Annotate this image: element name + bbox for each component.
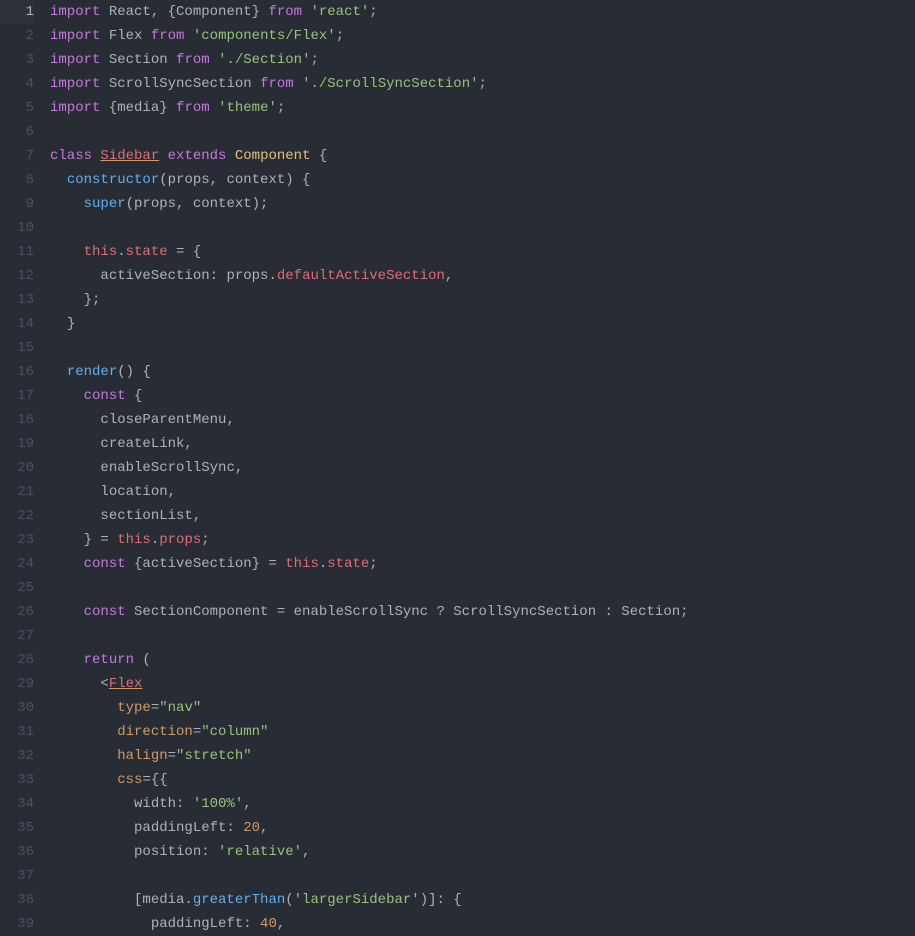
line-number: 24 xyxy=(0,552,34,576)
code-line[interactable]: direction="column" xyxy=(50,720,915,744)
code-line[interactable]: css={{ xyxy=(50,768,915,792)
line-number: 13 xyxy=(0,288,34,312)
code-line[interactable]: constructor(props, context) { xyxy=(50,168,915,192)
line-number: 14 xyxy=(0,312,34,336)
line-number: 21 xyxy=(0,480,34,504)
code-line[interactable]: } = this.props; xyxy=(50,528,915,552)
code-line[interactable]: const {activeSection} = this.state; xyxy=(50,552,915,576)
code-line[interactable] xyxy=(50,576,915,600)
line-number: 34 xyxy=(0,792,34,816)
code-line[interactable]: import {media} from 'theme'; xyxy=(50,96,915,120)
code-line[interactable]: super(props, context); xyxy=(50,192,915,216)
line-number: 17 xyxy=(0,384,34,408)
code-line[interactable]: const { xyxy=(50,384,915,408)
code-line[interactable]: sectionList, xyxy=(50,504,915,528)
code-line[interactable]: return ( xyxy=(50,648,915,672)
line-number: 39 xyxy=(0,912,34,936)
line-number: 8 xyxy=(0,168,34,192)
code-line[interactable]: type="nav" xyxy=(50,696,915,720)
code-line[interactable] xyxy=(50,864,915,888)
line-number: 20 xyxy=(0,456,34,480)
line-number: 4 xyxy=(0,72,34,96)
code-line[interactable]: activeSection: props.defaultActiveSectio… xyxy=(50,264,915,288)
code-line[interactable]: render() { xyxy=(50,360,915,384)
code-line[interactable]: width: '100%', xyxy=(50,792,915,816)
code-line[interactable]: }; xyxy=(50,288,915,312)
line-number: 1 xyxy=(0,0,34,24)
line-number: 5 xyxy=(0,96,34,120)
code-line[interactable]: halign="stretch" xyxy=(50,744,915,768)
code-line[interactable]: import ScrollSyncSection from './ScrollS… xyxy=(50,72,915,96)
code-line[interactable] xyxy=(50,624,915,648)
line-number: 27 xyxy=(0,624,34,648)
line-number: 22 xyxy=(0,504,34,528)
line-number: 28 xyxy=(0,648,34,672)
code-line[interactable]: const SectionComponent = enableScrollSyn… xyxy=(50,600,915,624)
line-number: 23 xyxy=(0,528,34,552)
code-line[interactable]: class Sidebar extends Component { xyxy=(50,144,915,168)
code-line[interactable]: location, xyxy=(50,480,915,504)
code-line[interactable]: paddingLeft: 40, xyxy=(50,912,915,936)
line-number: 12 xyxy=(0,264,34,288)
code-line[interactable]: this.state = { xyxy=(50,240,915,264)
code-line[interactable]: [media.greaterThan('largerSidebar')]: { xyxy=(50,888,915,912)
code-line[interactable]: } xyxy=(50,312,915,336)
line-number: 9 xyxy=(0,192,34,216)
code-line[interactable]: position: 'relative', xyxy=(50,840,915,864)
line-number: 15 xyxy=(0,336,34,360)
line-number: 3 xyxy=(0,48,34,72)
line-number: 19 xyxy=(0,432,34,456)
line-number: 11 xyxy=(0,240,34,264)
line-number: 25 xyxy=(0,576,34,600)
code-line[interactable] xyxy=(50,336,915,360)
code-line[interactable]: <Flex xyxy=(50,672,915,696)
line-number-gutter: 1234567891011121314151617181920212223242… xyxy=(0,0,44,933)
line-number: 2 xyxy=(0,24,34,48)
line-number: 7 xyxy=(0,144,34,168)
code-line[interactable] xyxy=(50,216,915,240)
line-number: 10 xyxy=(0,216,34,240)
line-number: 16 xyxy=(0,360,34,384)
line-number: 32 xyxy=(0,744,34,768)
code-line[interactable]: import Section from './Section'; xyxy=(50,48,915,72)
line-number: 30 xyxy=(0,696,34,720)
code-line[interactable]: enableScrollSync, xyxy=(50,456,915,480)
line-number: 6 xyxy=(0,120,34,144)
line-number: 29 xyxy=(0,672,34,696)
line-number: 33 xyxy=(0,768,34,792)
line-number: 38 xyxy=(0,888,34,912)
code-line[interactable]: import Flex from 'components/Flex'; xyxy=(50,24,915,48)
line-number: 36 xyxy=(0,840,34,864)
code-line[interactable]: paddingLeft: 20, xyxy=(50,816,915,840)
code-line[interactable]: closeParentMenu, xyxy=(50,408,915,432)
line-number: 18 xyxy=(0,408,34,432)
code-line[interactable] xyxy=(50,120,915,144)
code-editor[interactable]: 1234567891011121314151617181920212223242… xyxy=(0,0,915,933)
code-area[interactable]: import React, {Component} from 'react';i… xyxy=(44,0,915,933)
code-line[interactable]: createLink, xyxy=(50,432,915,456)
code-line[interactable]: import React, {Component} from 'react'; xyxy=(50,0,915,24)
line-number: 35 xyxy=(0,816,34,840)
line-number: 31 xyxy=(0,720,34,744)
line-number: 26 xyxy=(0,600,34,624)
line-number: 37 xyxy=(0,864,34,888)
